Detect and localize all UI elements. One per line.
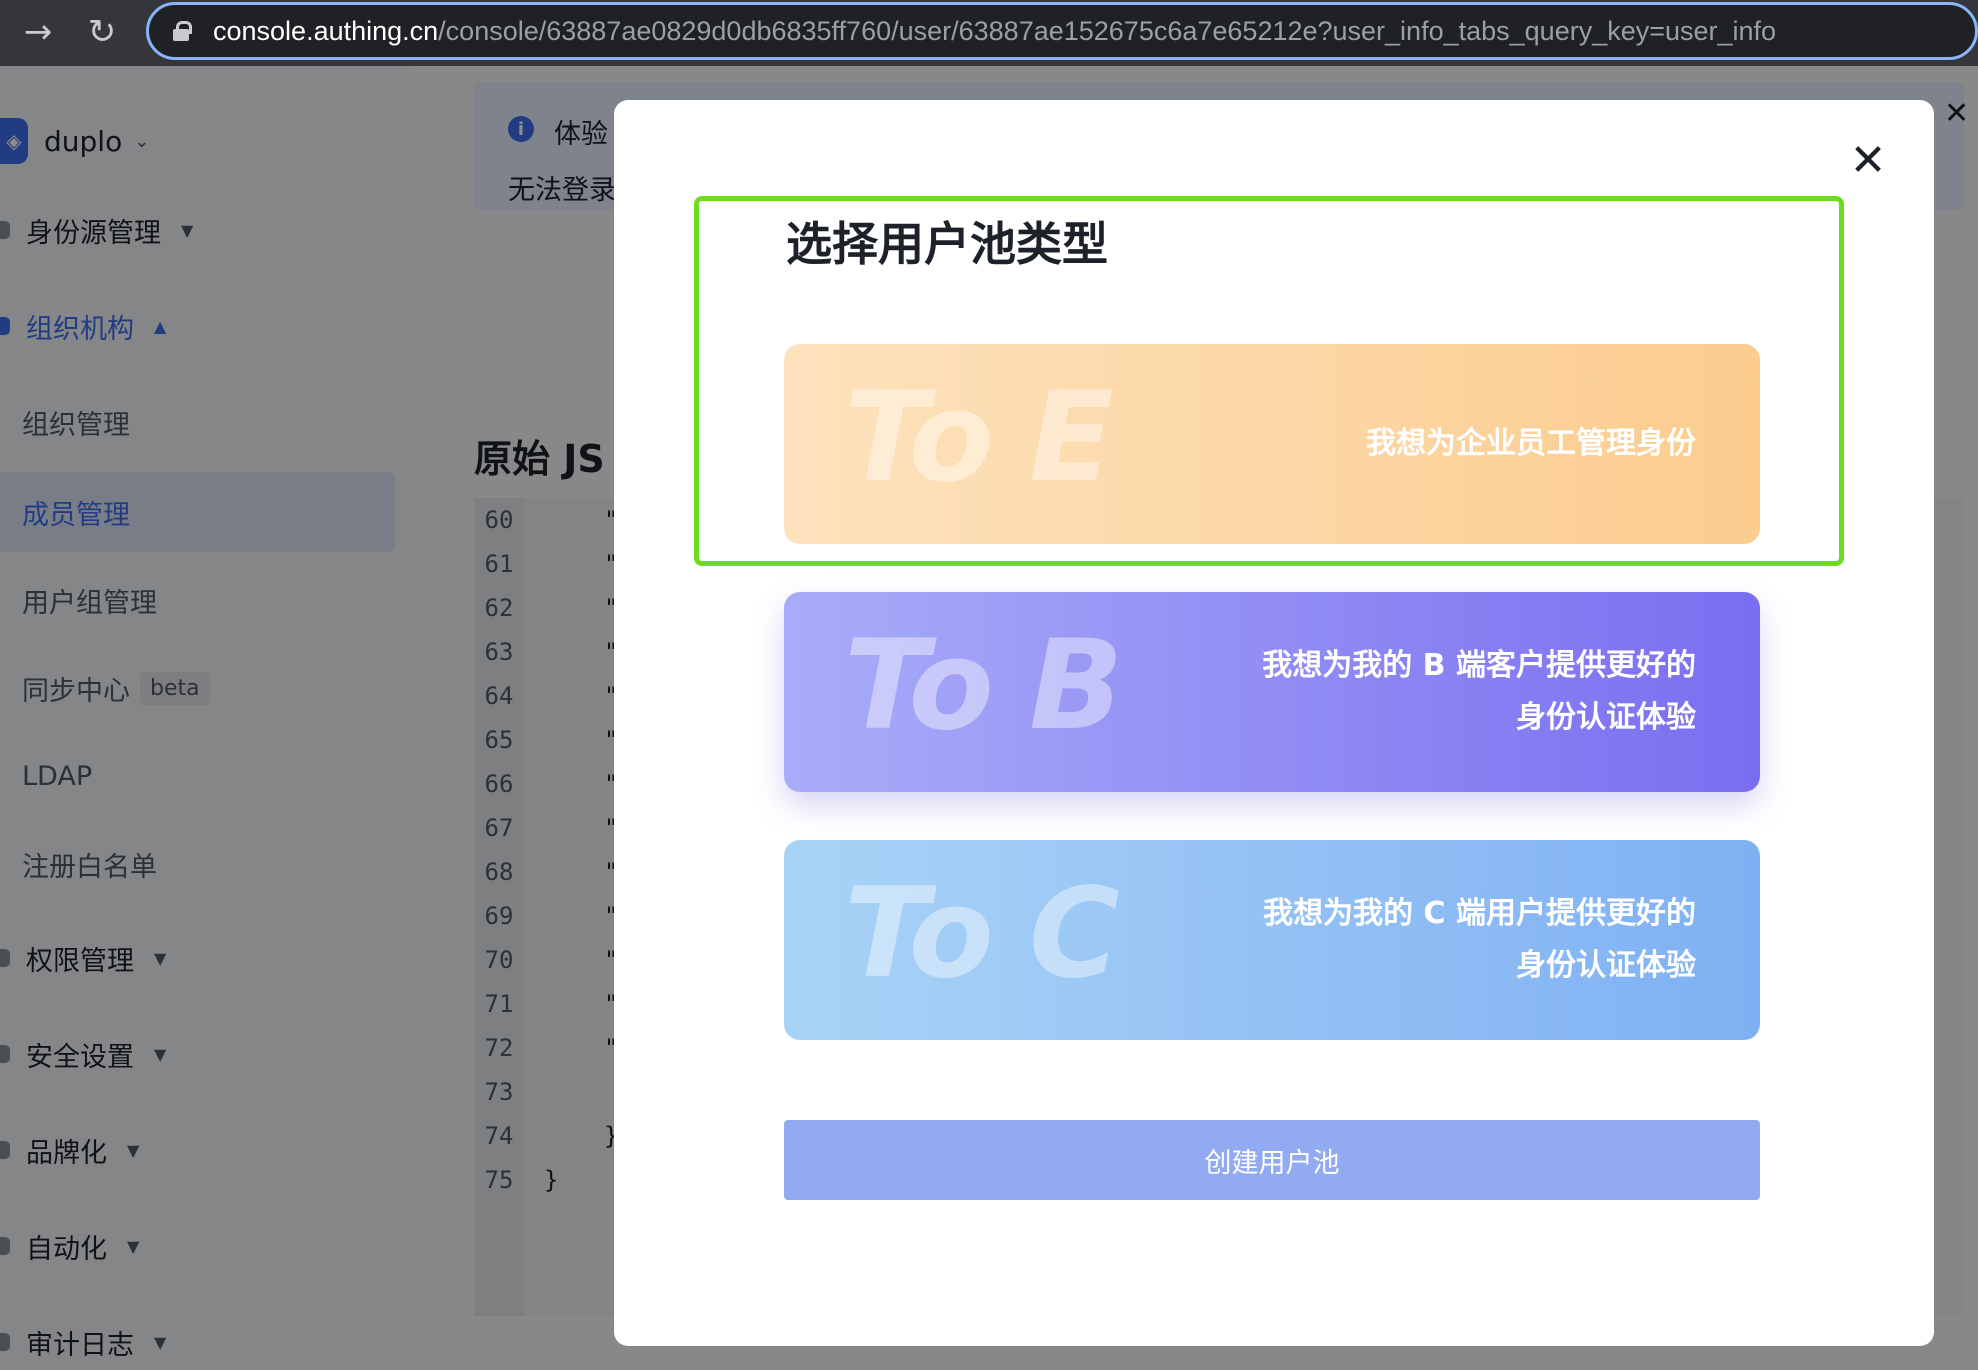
card-description-line: 我想为我的 B 端客户提供更好的 [1262, 648, 1696, 683]
card-description-line: 身份认证体验 [1516, 700, 1696, 735]
card-type-label: To C [844, 862, 1120, 1006]
pool-type-card-to-b[interactable]: To B 我想为我的 B 端客户提供更好的 身份认证体验 [784, 592, 1760, 792]
close-icon[interactable]: ✕ [1844, 135, 1892, 186]
lock-icon [173, 21, 192, 41]
card-type-label: To B [844, 614, 1123, 758]
card-description: 我想为我的 C 端用户提供更好的 身份认证体验 [1176, 888, 1696, 992]
card-description-line: 我想为我的 C 端用户提供更好的 [1263, 896, 1696, 931]
card-description: 我想为我的 B 端客户提供更好的 身份认证体验 [1176, 640, 1696, 744]
address-bar[interactable]: console.authing.cn/console/63887ae0829d0… [146, 2, 1978, 60]
watermark: 知乎 @Jeff Tian [1496, 1265, 1906, 1330]
pool-type-card-to-e[interactable]: To E 我想为企业员工管理身份 [784, 344, 1760, 544]
pool-type-card-to-c[interactable]: To C 我想为我的 C 端用户提供更好的 身份认证体验 [784, 840, 1760, 1040]
create-user-pool-button[interactable]: 创建用户池 [784, 1120, 1760, 1200]
user-pool-type-modal: ✕ 选择用户池类型 To E 我想为企业员工管理身份 To B 我想为我的 B … [614, 100, 1934, 1346]
card-type-label: To E [844, 366, 1114, 510]
url-host: console.authing.cn [213, 15, 439, 46]
reload-icon[interactable]: ↻ [80, 10, 124, 54]
card-description-line: 身份认证体验 [1516, 948, 1696, 983]
card-description: 我想为企业员工管理身份 [1366, 426, 1696, 461]
url-path: /console/63887ae0829d0db6835ff760/user/6… [438, 15, 1777, 46]
modal-title: 选择用户池类型 [786, 217, 1108, 271]
forward-arrow-icon[interactable]: → [16, 10, 60, 54]
browser-toolbar: → ↻ console.authing.cn/console/63887ae08… [0, 0, 1978, 66]
